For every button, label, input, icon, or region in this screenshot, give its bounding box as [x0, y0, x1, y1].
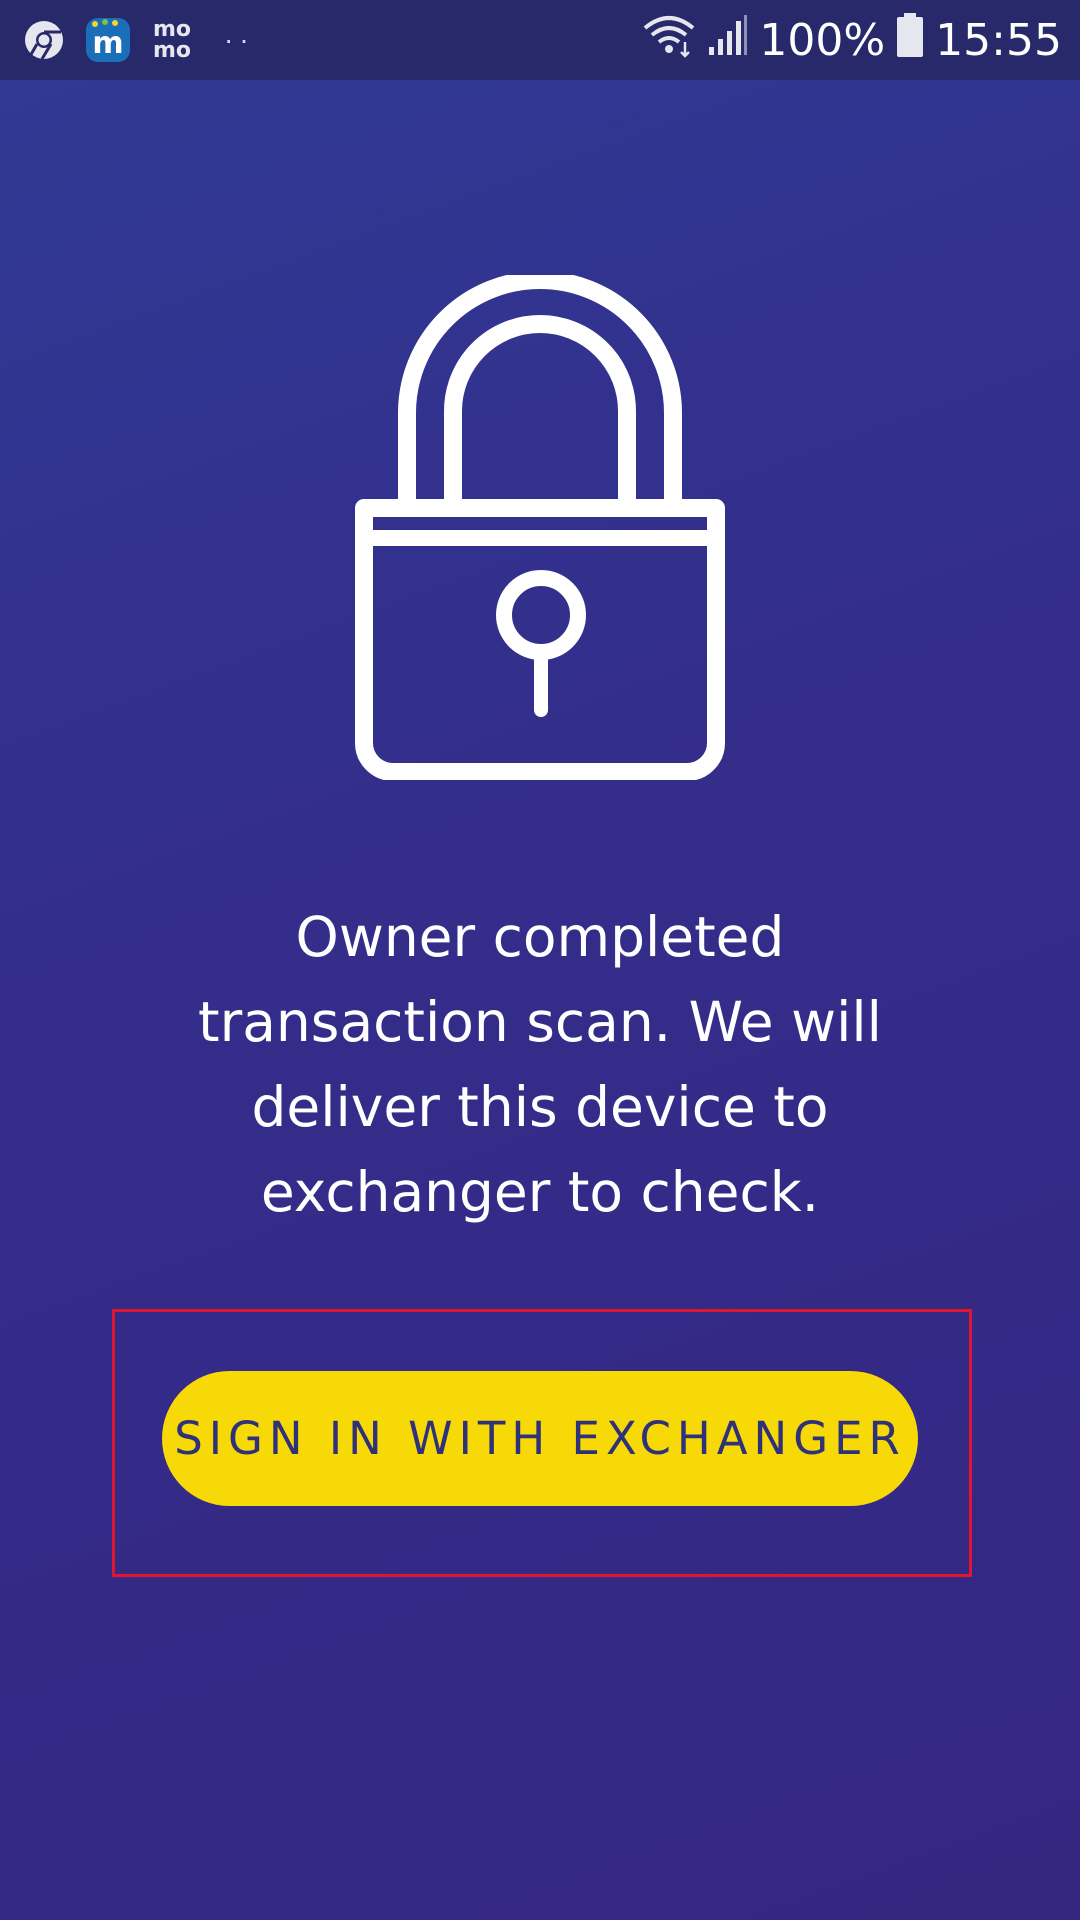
clock: 15:55 — [935, 14, 1062, 66]
app-m-icon: m — [82, 14, 134, 66]
notification-icons: m mo mo ·· — [18, 12, 255, 68]
more-notifications-icon: ·· — [224, 24, 255, 55]
status-bar: m mo mo ·· 100% 15:55 — [0, 0, 1080, 80]
signal-icon — [707, 13, 749, 68]
battery-icon — [895, 12, 925, 69]
chrome-icon — [18, 14, 70, 66]
svg-text:m: m — [92, 26, 123, 61]
momo-line-2: mo — [152, 38, 192, 63]
status-message: Owner completed transaction scan. We wil… — [198, 905, 882, 1224]
wifi-icon — [641, 12, 697, 69]
battery-percentage: 100% — [759, 14, 886, 66]
sign-in-with-exchanger-button[interactable]: SIGN IN WITH EXCHANGER — [162, 1371, 918, 1506]
padlock-icon — [355, 271, 725, 781]
momo-line-1: mo — [152, 17, 192, 42]
momo-icon: mo mo — [146, 14, 198, 66]
system-status: 100% 15:55 — [641, 0, 1062, 80]
